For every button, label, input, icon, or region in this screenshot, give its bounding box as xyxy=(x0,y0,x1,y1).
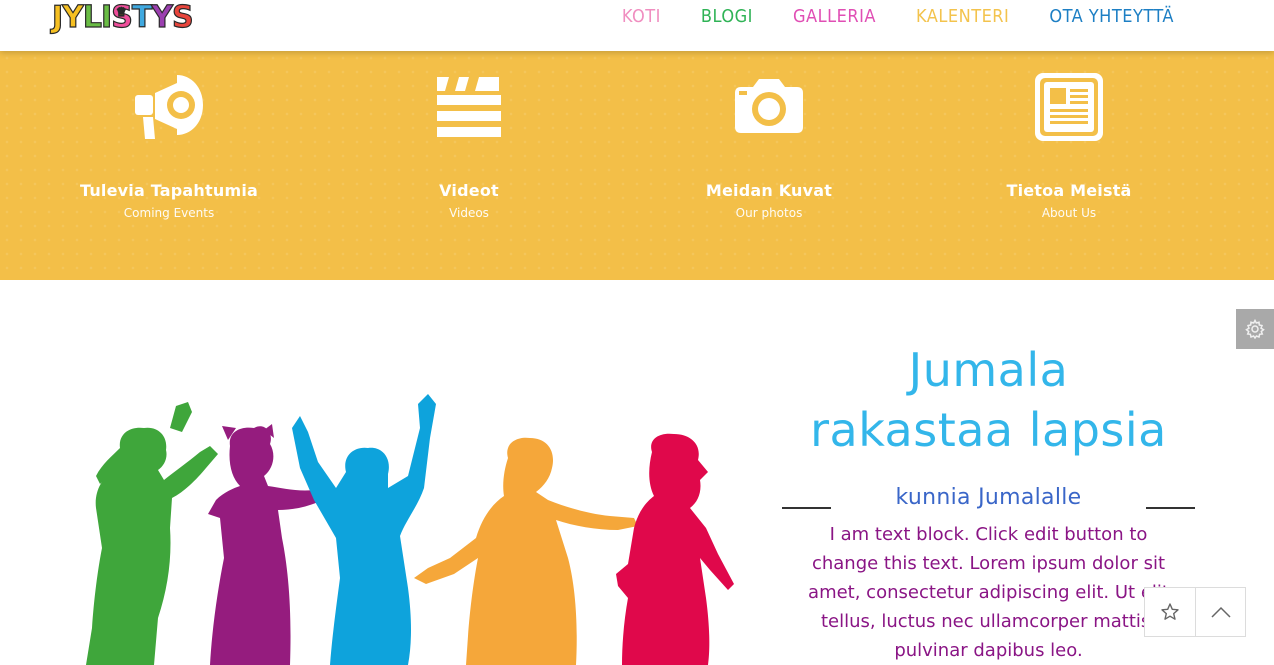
star-icon xyxy=(1161,603,1179,620)
logo-letter: I xyxy=(100,0,112,36)
hero-title-line1: Jumala xyxy=(908,343,1069,397)
nav-galleria[interactable]: GALLERIA xyxy=(793,6,876,27)
gear-icon xyxy=(1245,319,1265,339)
camera-icon xyxy=(735,79,803,133)
hero-subtitle: kunnia Jumalalle xyxy=(895,485,1082,510)
red-child-silhouette xyxy=(616,433,734,665)
crown-icon: ♛ xyxy=(115,4,127,19)
scroll-to-top-button[interactable] xyxy=(1195,588,1245,636)
logo-letter: Y xyxy=(62,0,85,36)
site-logo[interactable]: JYLISTYS ♛ xyxy=(51,0,194,38)
feature-title: Tulevia Tapahtumia xyxy=(79,181,259,200)
nav-kalenteri[interactable]: KALENTERI xyxy=(916,6,1009,27)
logo-letter: J xyxy=(51,0,63,36)
main-nav: KOTI BLOGI GALLERIA KALENTERI OTA YHTEYT… xyxy=(622,6,1174,27)
settings-toggle-button[interactable] xyxy=(1236,309,1274,349)
logo-letter: Y xyxy=(151,0,174,36)
favorite-button[interactable] xyxy=(1145,588,1195,636)
feature-events[interactable]: Tulevia Tapahtumia Coming Events xyxy=(19,71,319,220)
chevron-up-icon xyxy=(1210,606,1231,618)
logo-letter: S xyxy=(171,0,194,36)
feature-photos[interactable]: Meidan Kuvat Our photos xyxy=(619,71,919,220)
logo-letter: T xyxy=(131,0,153,36)
feature-title: Meidan Kuvat xyxy=(705,181,833,200)
hero-subtitle-row: kunnia Jumalalle xyxy=(782,480,1195,516)
divider-left xyxy=(782,507,831,509)
feature-videos[interactable]: Videot Videos xyxy=(319,71,619,220)
nav-ota-yhteytta[interactable]: OTA YHTEYTTÄ xyxy=(1049,6,1174,27)
green-child-silhouette xyxy=(86,402,218,665)
nav-koti[interactable]: KOTI xyxy=(622,6,661,27)
feature-about[interactable]: Tietoa Meistä About Us xyxy=(919,71,1219,220)
logo-letter: L xyxy=(82,0,102,36)
feature-subtitle: Coming Events xyxy=(123,206,215,220)
hero-body-text: I am text block. Click edit button to ch… xyxy=(808,524,1169,661)
feature-subtitle: Videos xyxy=(449,206,489,220)
newspaper-icon xyxy=(1035,73,1103,141)
hero-title-line2: rakastaa lapsia xyxy=(810,403,1167,457)
hero-title: Jumala rakastaa lapsia xyxy=(782,340,1195,460)
video-clapper-icon xyxy=(437,77,501,137)
feature-subtitle: About Us xyxy=(1041,206,1097,220)
feature-title: Videot xyxy=(439,181,499,200)
nav-blogi[interactable]: BLOGI xyxy=(701,6,753,27)
children-silhouettes-image xyxy=(86,394,734,665)
feature-title: Tietoa Meistä xyxy=(1006,181,1132,200)
orange-child-silhouette xyxy=(414,437,638,665)
site-header: JYLISTYS ♛ KOTI BLOGI GALLERIA KALENTERI … xyxy=(0,0,1274,51)
features-band: Tulevia Tapahtumia Coming Events Videot … xyxy=(0,51,1274,280)
blue-child-silhouette xyxy=(292,394,436,665)
hero-section: Jumala rakastaa lapsia kunnia Jumalalle … xyxy=(782,340,1195,665)
divider-right xyxy=(1146,507,1195,509)
feature-subtitle: Our photos xyxy=(735,206,803,220)
megaphone-icon xyxy=(135,75,203,139)
floating-actions xyxy=(1144,587,1246,637)
